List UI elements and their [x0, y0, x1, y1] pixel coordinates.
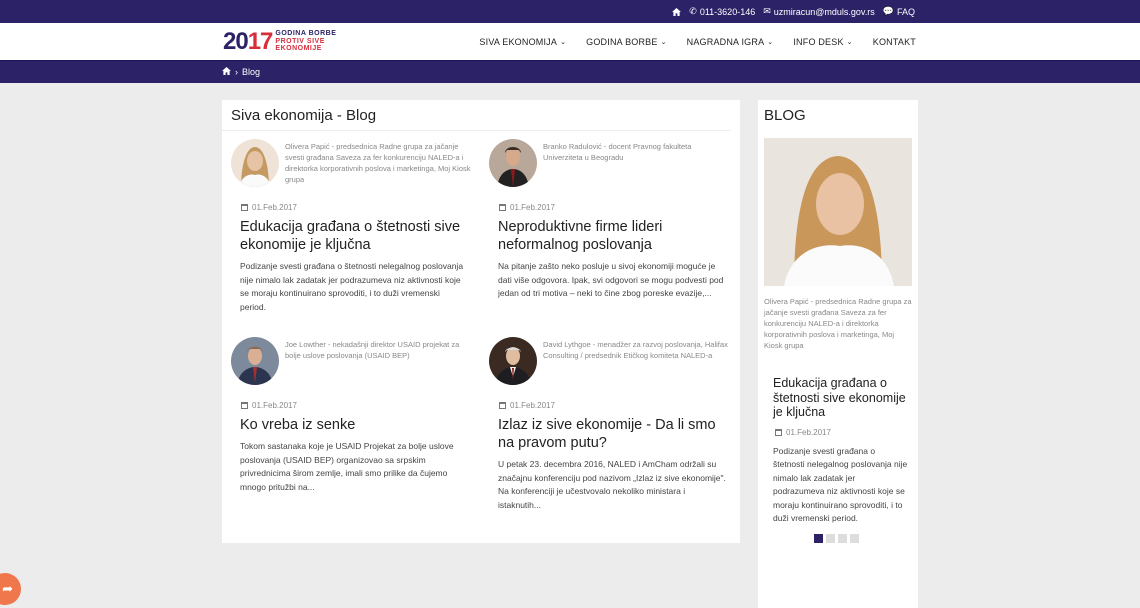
sidebar-post-excerpt: Podizanje svesti građana o štetnosti nel… [773, 445, 908, 524]
post-card: David Lythgoe - menadžer za razvoj poslo… [489, 337, 729, 512]
author-bio: Joe Lowther - nekadašnji direktor USAID … [285, 340, 460, 360]
post-title-link[interactable]: Izlaz iz sive ekonomije - Da li smo na p… [498, 416, 730, 452]
calendar-icon [241, 204, 248, 211]
carousel-dot[interactable] [838, 533, 847, 543]
author-avatar[interactable] [231, 139, 279, 187]
nav-item-kontakt[interactable]: KONTAKT [873, 37, 916, 47]
post-excerpt: Tokom sastanaka koje je USAID Projekat z… [240, 441, 454, 492]
post-title-link[interactable]: Neproduktivne firme lideri neformalnog p… [498, 218, 730, 254]
top-contact-bar: ✆ 011-3620-146 ✉ uzmiracun@mduls.gov.rs … [0, 0, 1140, 23]
home-icon[interactable] [672, 7, 682, 16]
sidebar-author-bio: Olivera Papić - predsednica Radne grupa … [764, 297, 912, 350]
post-author: Joe Lowther - nekadašnji direktor USAID … [231, 337, 471, 385]
phone-number: 011-3620-146 [699, 6, 756, 17]
chevron-down-icon: ⌄ [660, 38, 667, 46]
email-link[interactable]: ✉ uzmiracun@mduls.gov.rs [763, 6, 875, 17]
post-date: 01.Feb.2017 [499, 401, 729, 410]
phone-link[interactable]: ✆ 011-3620-146 [689, 6, 755, 17]
sidebar-author-photo[interactable] [764, 138, 912, 286]
share-arrow-icon: ➦ [2, 581, 13, 596]
post-title-link[interactable]: Ko vreba iz senke [240, 416, 472, 434]
site-logo[interactable]: 2017 GODINA BORBE PROTIV SIVE EKONOMIJE [223, 27, 337, 55]
post-date: 01.Feb.2017 [499, 203, 729, 212]
post-card: Olivera Papić - predsednica Radne grupa … [231, 139, 471, 314]
author-avatar[interactable] [231, 337, 279, 385]
post-excerpt: Na pitanje zašto neko posluje u sivoj ek… [498, 261, 724, 298]
main-nav: SIVA EKONOMIJA ⌄ GODINA BORBE ⌄ NAGRADNA I… [479, 37, 916, 47]
calendar-icon [241, 402, 248, 409]
calendar-icon [775, 428, 782, 436]
nav-item-siva-ekonomija[interactable]: SIVA EKONOMIJA ⌄ [479, 37, 566, 47]
carousel-dot[interactable] [826, 533, 835, 543]
chevron-down-icon: ⌄ [846, 38, 853, 46]
post-title-link[interactable]: Edukacija građana o štetnosti sive ekono… [240, 218, 472, 254]
author-bio: Branko Radulović - docent Pravnog fakult… [543, 142, 692, 162]
phone-icon: ✆ [689, 6, 697, 16]
post-author: Olivera Papić - predsednica Radne grupa … [231, 139, 471, 187]
post-author: David Lythgoe - menadžer za razvoj poslo… [489, 337, 729, 385]
share-button[interactable]: ➦ [0, 573, 21, 605]
author-bio: David Lythgoe - menadžer za razvoj poslo… [543, 340, 728, 360]
sidebar-post-date: 01.Feb.2017 [775, 428, 918, 437]
faq-label: FAQ [896, 6, 915, 17]
post-card: Branko Radulović - docent Pravnog fakult… [489, 139, 729, 301]
breadcrumb-separator-icon: › [235, 67, 238, 77]
nav-item-godina-borbe[interactable]: GODINA BORBE ⌄ [586, 37, 667, 47]
post-card: Joe Lowther - nekadašnji direktor USAID … [231, 337, 471, 494]
breadcrumb-current: Blog [242, 67, 261, 77]
carousel-dot[interactable] [850, 533, 859, 543]
email-address: uzmiracun@mduls.gov.rs [773, 6, 875, 17]
chat-icon: 💬 [882, 6, 894, 16]
calendar-icon [499, 402, 506, 409]
nav-item-info-desk[interactable]: INFO DESK ⌄ [793, 37, 852, 47]
home-icon[interactable] [222, 67, 231, 77]
carousel-dot[interactable] [814, 533, 823, 543]
chevron-down-icon: ⌄ [767, 38, 774, 46]
nav-item-nagradna-igra[interactable]: NAGRADNA IGRA ⌄ [687, 37, 774, 47]
author-bio: Olivera Papić - predsednica Radne grupa … [285, 142, 471, 184]
author-avatar[interactable] [489, 337, 537, 385]
post-excerpt: U petak 23. decembra 2016, NALED i AmCha… [498, 459, 726, 510]
logo-text: GODINA BORBE PROTIV SIVE EKONOMIJE [275, 30, 337, 53]
envelope-icon: ✉ [763, 6, 771, 16]
blog-list-panel: Siva ekonomija - Blog Olivera Papić - pr… [222, 100, 740, 543]
blog-sidebar: BLOG Olivera Papić - predsednica Radne g… [758, 100, 918, 608]
site-header: 2017 GODINA BORBE PROTIV SIVE EKONOMIJE … [0, 23, 1140, 60]
post-date: 01.Feb.2017 [241, 203, 471, 212]
author-avatar[interactable] [489, 139, 537, 187]
chevron-down-icon: ⌄ [560, 38, 567, 46]
sidebar-post-title-link[interactable]: Edukacija građana o štetnosti sive ekono… [758, 351, 918, 420]
calendar-icon [499, 204, 506, 211]
post-excerpt: Podizanje svesti građana o štetnosti nel… [240, 261, 464, 312]
sidebar-title: BLOG [764, 107, 806, 124]
post-date: 01.Feb.2017 [241, 401, 471, 410]
breadcrumb: › Blog [0, 60, 1140, 83]
post-author: Branko Radulović - docent Pravnog fakult… [489, 139, 729, 187]
carousel-pagination [814, 533, 918, 543]
faq-link[interactable]: 💬 FAQ [883, 6, 915, 17]
page-title: Siva ekonomija - Blog [222, 100, 731, 131]
logo-year: 2017 [223, 27, 273, 55]
